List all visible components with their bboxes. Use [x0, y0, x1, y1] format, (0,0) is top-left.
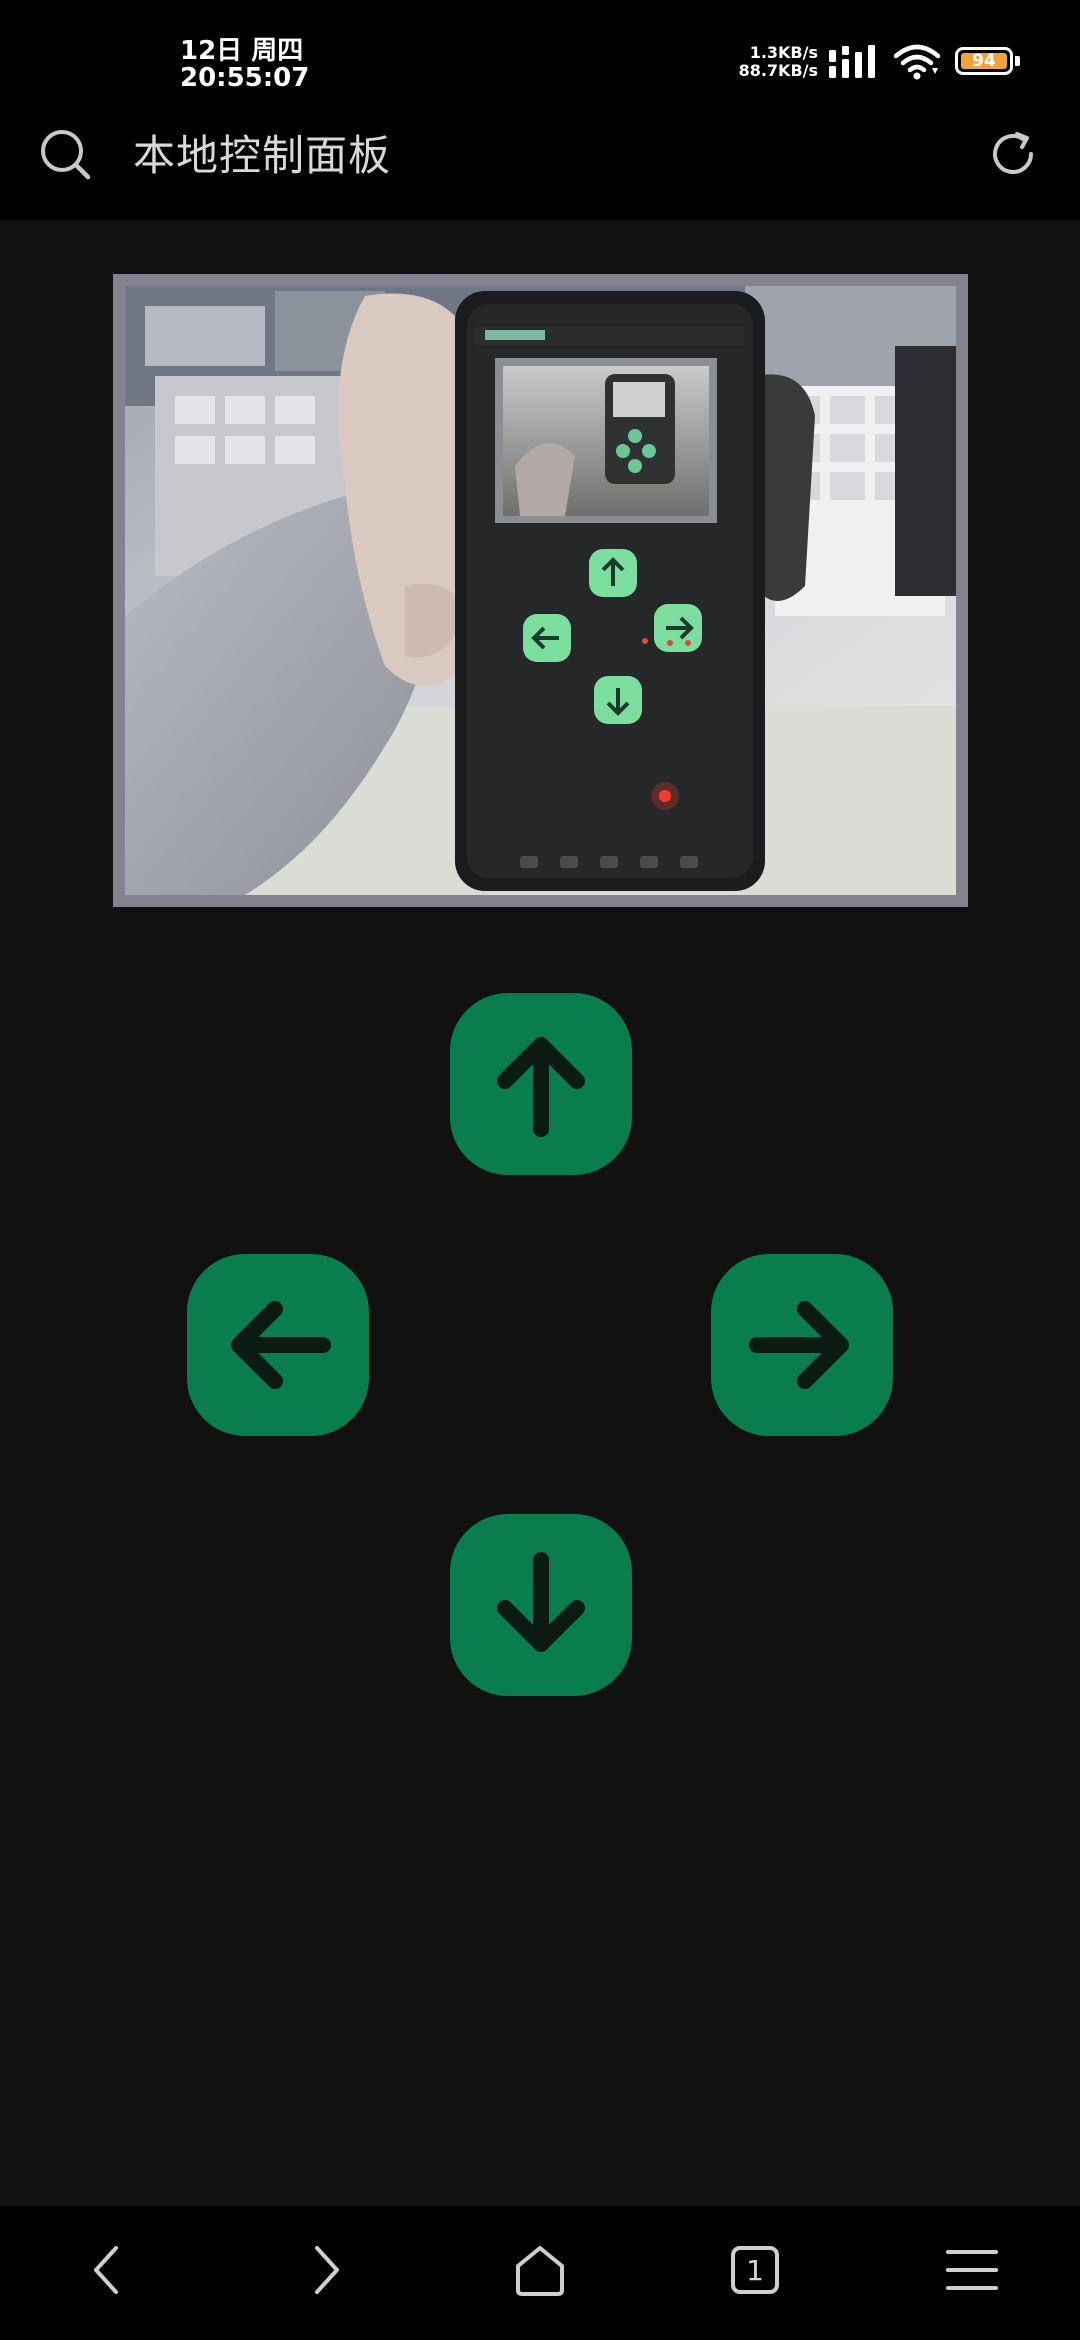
battery-body: 94: [955, 47, 1013, 75]
network-speed: 1.3KB/s 88.7KB/s: [738, 43, 818, 81]
battery-icon: 94: [955, 47, 1025, 77]
camera-frame: [113, 274, 968, 907]
search-icon[interactable]: [38, 127, 94, 183]
refresh-icon[interactable]: [987, 128, 1039, 180]
status-time: 20:55:07: [180, 63, 310, 94]
arrow-left-icon: [231, 1301, 331, 1389]
move-up-button[interactable]: [450, 993, 632, 1175]
arrow-right-icon: [749, 1301, 849, 1389]
wifi-icon: [893, 44, 941, 80]
page-title: 本地控制面板: [133, 131, 392, 180]
menu-icon[interactable]: [942, 2240, 1002, 2300]
status-datetime: 12日 周四 20:55:07: [180, 36, 310, 94]
download-speed: 88.7KB/s: [738, 61, 818, 81]
tabs-button[interactable]: 1: [725, 2240, 785, 2300]
status-date: 12日 周四: [180, 36, 304, 66]
back-icon[interactable]: [78, 2240, 138, 2300]
battery-tip: [1015, 56, 1020, 66]
signal-icon: [829, 45, 875, 78]
upload-speed: 1.3KB/s: [749, 43, 818, 62]
home-icon[interactable]: [510, 2240, 570, 2300]
battery-level: 94: [961, 51, 1007, 71]
arrow-up-icon: [497, 1037, 585, 1137]
arrow-down-icon: [497, 1552, 585, 1652]
forward-icon[interactable]: [295, 2240, 355, 2300]
move-down-button[interactable]: [450, 1514, 632, 1696]
move-right-button[interactable]: [711, 1254, 893, 1436]
tab-count: 1: [746, 2253, 764, 2287]
camera-feed: [125, 286, 956, 895]
move-left-button[interactable]: [187, 1254, 369, 1436]
